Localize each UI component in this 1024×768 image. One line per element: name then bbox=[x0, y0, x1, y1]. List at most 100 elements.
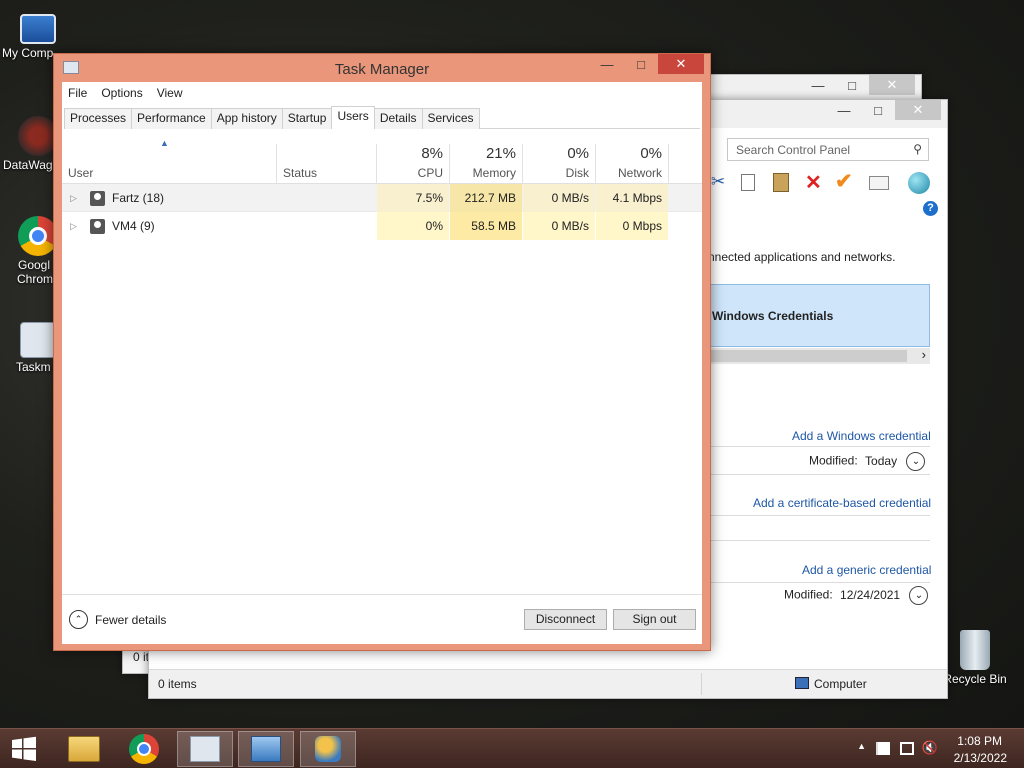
user-name: Fartz (18) bbox=[112, 191, 165, 205]
close-button[interactable]: ✕ bbox=[895, 100, 941, 120]
memory-cell: 212.7 MB bbox=[450, 184, 522, 212]
minimize-button[interactable]: — bbox=[801, 75, 835, 95]
copy-icon[interactable] bbox=[741, 174, 755, 191]
expand-arrow-icon[interactable]: ▷ bbox=[70, 212, 77, 240]
tab-users[interactable]: Users bbox=[331, 106, 375, 129]
clock-time[interactable]: 1:08 PM bbox=[957, 734, 1002, 748]
column-status[interactable]: Status bbox=[283, 166, 317, 180]
column-separator[interactable] bbox=[276, 144, 277, 184]
menu-view[interactable]: View bbox=[157, 86, 183, 100]
file-explorer-icon bbox=[68, 736, 100, 762]
action-center-flag-icon[interactable] bbox=[876, 742, 890, 755]
modified-value: 12/24/2021 bbox=[840, 587, 901, 602]
tab-details[interactable]: Details bbox=[373, 108, 423, 129]
tab-strip: Processes Performance App history Startu… bbox=[64, 106, 700, 129]
column-separator[interactable] bbox=[668, 144, 669, 184]
maximize-button[interactable]: □ bbox=[624, 54, 658, 74]
close-button[interactable]: ✕ bbox=[658, 54, 704, 74]
expand-arrow-icon[interactable]: ▷ bbox=[70, 184, 77, 212]
menu-file[interactable]: File bbox=[68, 86, 87, 100]
clock-date[interactable]: 2/13/2022 bbox=[954, 751, 1007, 765]
cpu-percent[interactable]: 8% bbox=[377, 145, 443, 162]
tab-startup[interactable]: Startup bbox=[281, 108, 333, 129]
tab-processes[interactable]: Processes bbox=[64, 108, 133, 129]
add-certificate-credential-link[interactable]: Add a certificate-based credential bbox=[753, 496, 931, 510]
partial-status-text: 0 it bbox=[133, 650, 150, 664]
taskbar-user-accounts[interactable] bbox=[300, 731, 356, 767]
maximize-button[interactable]: □ bbox=[835, 75, 869, 95]
show-hidden-icons-chevron-icon[interactable]: ▲ bbox=[857, 741, 866, 751]
globe-icon[interactable] bbox=[908, 172, 930, 194]
status-divider bbox=[701, 673, 702, 695]
column-user[interactable]: User bbox=[68, 166, 93, 180]
memory-cell: 58.5 MB bbox=[450, 212, 522, 240]
toolbar-icons: ✂ ✕ ✔ bbox=[711, 169, 941, 195]
modified-label: Modified: bbox=[784, 587, 833, 602]
sort-up-icon[interactable]: ▲ bbox=[160, 138, 169, 148]
add-generic-credential-link[interactable]: Add a generic credential bbox=[802, 563, 931, 577]
desktop-icon-recycle-bin[interactable]: Recycle Bin bbox=[937, 630, 1013, 686]
divider bbox=[707, 540, 930, 541]
checkmark-icon[interactable]: ✔ bbox=[835, 169, 853, 194]
menu-bar: File Options View bbox=[62, 82, 702, 103]
expand-chevron-icon[interactable]: ⌄ bbox=[906, 452, 926, 471]
network-percent[interactable]: 0% bbox=[596, 145, 662, 162]
chrome-icon bbox=[129, 734, 159, 764]
minimize-button[interactable]: — bbox=[590, 54, 624, 74]
delete-icon[interactable]: ✕ bbox=[805, 170, 822, 195]
close-button[interactable]: ✕ bbox=[869, 75, 915, 95]
divider bbox=[707, 446, 930, 447]
scroll-right-arrow[interactable]: › bbox=[922, 347, 926, 362]
tab-performance[interactable]: Performance bbox=[131, 108, 212, 129]
expand-chevron-icon[interactable]: ⌄ bbox=[909, 586, 929, 605]
fewer-details-label: Fewer details bbox=[95, 612, 167, 627]
help-icon[interactable]: ? bbox=[923, 201, 938, 216]
maximize-button[interactable]: □ bbox=[861, 100, 895, 120]
memory-percent[interactable]: 21% bbox=[450, 145, 516, 162]
taskbar-chrome[interactable] bbox=[116, 731, 172, 767]
description-text: nnected applications and networks. bbox=[708, 250, 896, 264]
taskbar-file-explorer[interactable] bbox=[56, 731, 112, 767]
caption-buttons: — □ ✕ bbox=[827, 100, 941, 120]
tab-app-history[interactable]: App history bbox=[210, 108, 283, 129]
sign-out-button[interactable]: Sign out bbox=[613, 609, 696, 630]
properties-icon[interactable] bbox=[869, 176, 889, 190]
datawag-icon bbox=[18, 116, 58, 156]
taskbar-task-manager[interactable] bbox=[177, 731, 233, 767]
table-row[interactable]: ▷ VM4 (9) 0% 58.5 MB 0 MB/s 0 Mbps bbox=[62, 212, 702, 240]
credential-modified-row[interactable]: Modified: Today ⌄ bbox=[809, 452, 926, 471]
divider bbox=[707, 474, 930, 475]
menu-options[interactable]: Options bbox=[101, 86, 142, 100]
paste-icon[interactable] bbox=[773, 173, 789, 192]
column-disk[interactable]: Disk bbox=[523, 166, 589, 180]
search-box[interactable]: Search Control Panel ⚲ bbox=[727, 138, 929, 161]
volume-muted-icon[interactable]: 🔇 bbox=[922, 740, 938, 756]
disconnect-button[interactable]: Disconnect bbox=[524, 609, 607, 630]
task-manager-window[interactable]: Task Manager — □ ✕ File Options View Pro… bbox=[53, 53, 711, 651]
start-button[interactable] bbox=[0, 731, 48, 767]
window-titlebar[interactable]: Task Manager — □ ✕ bbox=[54, 54, 710, 82]
tab-services[interactable]: Services bbox=[421, 108, 480, 129]
disk-percent[interactable]: 0% bbox=[523, 145, 589, 162]
add-windows-credential-link[interactable]: Add a Windows credential bbox=[792, 429, 931, 443]
cut-icon[interactable]: ✂ bbox=[711, 172, 725, 192]
caption-buttons: — □ ✕ bbox=[801, 75, 915, 95]
vault-title: Windows Credentials bbox=[712, 309, 834, 323]
column-memory[interactable]: Memory bbox=[450, 166, 516, 180]
search-input[interactable]: Search Control Panel bbox=[736, 143, 850, 157]
search-icon: ⚲ bbox=[913, 142, 922, 156]
scrollbar-thumb[interactable] bbox=[707, 350, 907, 362]
generic-credential-modified-row[interactable]: Modified: 12/24/2021 ⌄ bbox=[784, 586, 929, 605]
chevron-up-icon: ⌃ bbox=[69, 610, 88, 629]
windows-credentials-vault[interactable]: Windows Credentials bbox=[707, 284, 930, 347]
column-network[interactable]: Network bbox=[596, 166, 662, 180]
status-computer: Computer bbox=[814, 677, 867, 691]
taskbar-control-panel[interactable] bbox=[238, 731, 294, 767]
minimize-button[interactable]: — bbox=[827, 100, 861, 120]
recycle-bin-icon bbox=[960, 630, 990, 670]
fewer-details-toggle[interactable]: ⌃ Fewer details bbox=[69, 610, 166, 629]
column-cpu[interactable]: CPU bbox=[377, 166, 443, 180]
table-row[interactable]: ▷ Fartz (18) 7.5% 212.7 MB 0 MB/s 4.1 Mb… bbox=[62, 184, 702, 212]
network-icon[interactable] bbox=[900, 742, 914, 755]
horizontal-scrollbar[interactable]: › bbox=[707, 347, 930, 364]
